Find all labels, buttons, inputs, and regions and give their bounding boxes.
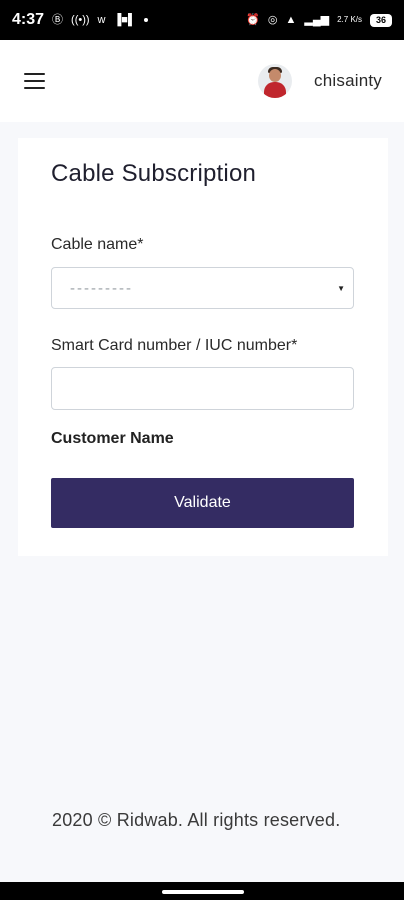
footer-copyright: 2020 © Ridwab. All rights reserved. <box>52 810 341 830</box>
cable-name-select[interactable]: --------- ▼ <box>51 267 354 309</box>
customer-name-label: Customer Name <box>51 430 174 447</box>
home-indicator[interactable] <box>162 890 244 894</box>
top-navbar: chisainty <box>0 40 404 122</box>
hotspot-icon: ◎ <box>267 13 278 26</box>
status-time: 4:37 <box>12 11 45 28</box>
username[interactable]: chisainty <box>314 71 382 91</box>
menu-icon[interactable] <box>24 73 45 89</box>
signal-icon: ▂▄▆ <box>304 13 330 26</box>
b-notification-icon: Ⓑ <box>52 13 64 26</box>
dropdown-caret-icon: ▼ <box>337 283 345 293</box>
smartcard-label: Smart Card number / IUC number* <box>51 337 298 354</box>
status-bar: 4:37 Ⓑ ((•)) ᴡ ▐■▌ ⏰ ◎ ▲ ▂▄▆ 2.7 K/s 36 <box>0 0 404 40</box>
wifi-icon: ▲ <box>285 13 297 26</box>
network-speed: 2.7 K/s <box>337 15 362 24</box>
status-left: 4:37 Ⓑ ((•)) ᴡ ▐■▌ <box>12 11 148 29</box>
chat-icon: ᴡ <box>97 13 106 26</box>
podcast-icon: ((•)) <box>71 13 90 26</box>
cable-name-placeholder: --------- <box>70 279 133 297</box>
battery-icon: 36 <box>370 13 392 27</box>
page-title: Cable Subscription <box>51 160 257 187</box>
avatar[interactable] <box>258 64 293 98</box>
cable-subscription-card: Cable Subscription Cable name* ---------… <box>18 138 388 556</box>
cable-name-label: Cable name* <box>51 236 144 253</box>
user-profile[interactable]: chisainty <box>258 64 382 98</box>
bar-icon: ▐■▌ <box>113 13 136 26</box>
more-notifications-icon <box>143 18 148 22</box>
smartcard-input[interactable] <box>51 367 354 410</box>
alarm-icon: ⏰ <box>246 13 260 26</box>
validate-button[interactable]: Validate <box>51 478 354 528</box>
status-right: ⏰ ◎ ▲ ▂▄▆ 2.7 K/s 36 <box>246 13 392 27</box>
